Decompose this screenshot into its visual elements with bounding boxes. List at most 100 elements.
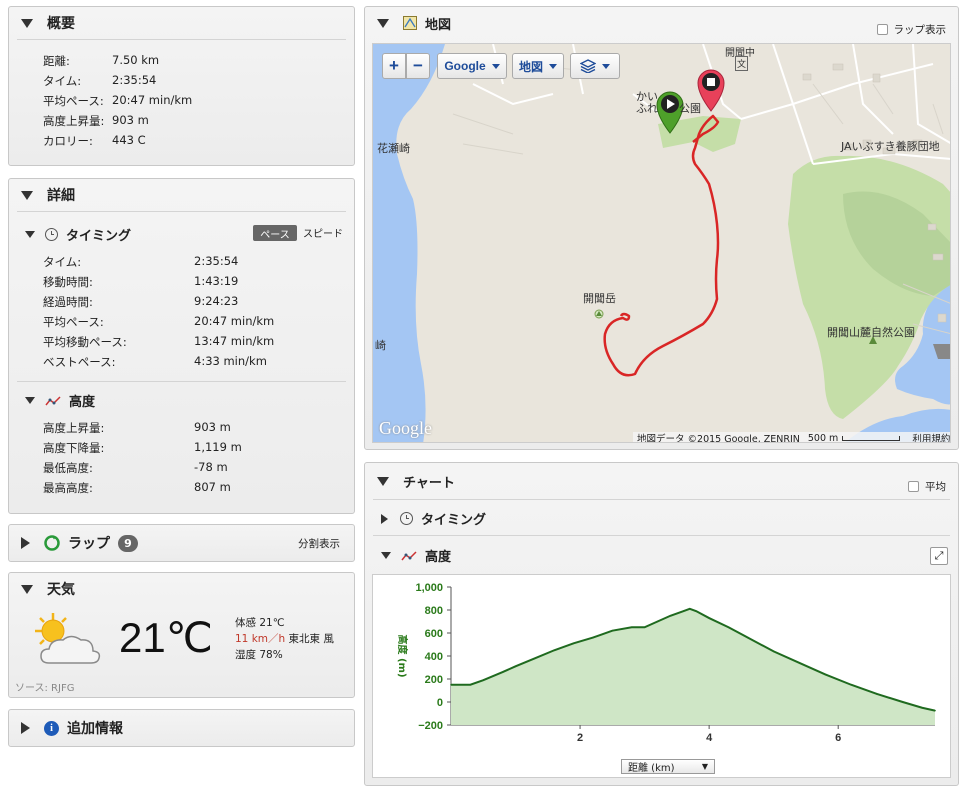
row-value: 903 m	[194, 420, 231, 434]
collapse-triangle-icon	[381, 552, 391, 559]
map-attribution: 地図データ ©2015 Google, ZENRIN 500 m 利用規約	[633, 431, 950, 443]
elevation-subheader[interactable]: 高度	[25, 391, 95, 410]
map-canvas[interactable]: 開聞岳 花瀬崎 JAいぶすき養豚団地 開聞山麓自然公園 開聞中 文 かい ふれ …	[372, 43, 951, 443]
summary-header[interactable]: 概要	[9, 7, 354, 39]
chart-box: 1,000 800 600 400 200 0 −200 2 4 6 高度 (m) 距離 (km) …	[372, 574, 951, 778]
zoom-in-button[interactable]: +	[382, 53, 406, 79]
row-label: タイム:	[43, 74, 82, 88]
row-value: 13:47 min/km	[194, 334, 275, 348]
y-tick-label: 200	[425, 674, 443, 686]
elevation-point	[727, 626, 730, 629]
row-value: 7.50 km	[112, 53, 160, 67]
chart-elevation-label: 高度	[425, 550, 452, 565]
row-label: 平均ペース:	[43, 94, 104, 108]
expand-chart-icon[interactable]: ⤢	[930, 547, 948, 565]
laps-count-badge: 9	[118, 534, 138, 552]
map-icon	[403, 16, 417, 30]
extra-info-header[interactable]: i 追加情報	[9, 710, 354, 746]
divider	[17, 39, 346, 40]
weather-source: ソース: RJFG	[15, 683, 75, 694]
divider	[17, 211, 346, 212]
lap-display-label: ラップ表示	[893, 24, 947, 36]
weather-title: 天気	[47, 582, 75, 598]
chevron-down-icon	[491, 63, 500, 69]
elevation-point	[482, 679, 485, 681]
row-label: タイム:	[43, 255, 82, 269]
info-icon: i	[44, 720, 59, 736]
label-kaimondake: 開聞岳	[583, 292, 616, 305]
split-view-link[interactable]: 分割表示	[298, 536, 340, 551]
row-value: 1,119 m	[194, 440, 242, 454]
row-label: 移動時間:	[43, 275, 93, 289]
lap-display-toggle[interactable]: ラップ表示	[876, 22, 947, 37]
elevation-point	[708, 617, 710, 619]
elevation-point	[688, 608, 691, 610]
chevron-down-icon: ▼	[701, 762, 708, 771]
label-ja: JAいぶすき養豚団地	[841, 140, 940, 153]
row-value: 9:24:23	[194, 294, 239, 308]
elevation-point	[469, 683, 472, 686]
provider-label: Google	[444, 59, 486, 73]
laps-panel[interactable]: ラップ 9 分割表示	[8, 524, 355, 562]
details-header[interactable]: 詳細	[9, 179, 354, 211]
feels-like-text: 体感 21℃	[235, 617, 285, 629]
label-hanase: 花瀬崎	[377, 142, 410, 155]
elevation-point	[876, 693, 878, 695]
x-axis-select[interactable]: 距離 (km) ▼	[621, 759, 715, 774]
row-value: 2:35:54	[112, 73, 157, 87]
temperature-value: 21℃	[119, 614, 213, 661]
zoom-out-button[interactable]: −	[406, 53, 430, 79]
average-label: 平均	[925, 481, 946, 493]
row-value: 807 m	[194, 480, 231, 494]
attribution-text: 地図データ ©2015 Google, ZENRIN	[637, 434, 800, 443]
row-label: 高度上昇量:	[43, 114, 105, 128]
extra-info-panel[interactable]: i 追加情報	[8, 709, 355, 747]
elevation-point	[611, 629, 614, 632]
elevation-point	[824, 673, 827, 676]
elevation-point	[656, 620, 659, 623]
humidity-text: 湿度 78%	[235, 649, 283, 661]
average-toggle[interactable]: 平均	[908, 479, 946, 494]
expand-triangle-icon	[381, 513, 388, 524]
clock-icon	[45, 228, 58, 241]
map-header[interactable]: 地図	[365, 7, 958, 39]
collapse-triangle-icon	[377, 476, 389, 486]
elevation-point	[798, 662, 801, 664]
chart-elevation-row[interactable]: 高度	[381, 546, 451, 565]
average-checkbox[interactable]	[908, 481, 919, 492]
elevation-point	[534, 657, 536, 660]
lap-display-checkbox[interactable]	[876, 24, 888, 35]
elevation-point	[643, 626, 646, 629]
scale-bar	[842, 435, 901, 441]
map-title: 地図	[425, 17, 452, 33]
chart-timing-row[interactable]: タイミング	[381, 509, 486, 528]
row-value: 20:47 min/km	[194, 314, 275, 328]
weather-header[interactable]: 天気	[9, 573, 354, 605]
x-axis-select-label: 距離 (km)	[628, 763, 675, 774]
pace-toggle-button[interactable]: ペース	[253, 225, 297, 241]
chart-header[interactable]: チャート	[365, 463, 958, 499]
summary-title: 概要	[47, 16, 75, 32]
elevation-point	[934, 709, 936, 712]
y-axis-label: 高度 (m)	[396, 634, 409, 677]
chart-panel: チャート 平均 タイミング 高度 ⤢ 1,000 800 600 400 200 0 −20…	[364, 462, 959, 786]
chevron-down-icon	[549, 63, 557, 69]
terms-link[interactable]: 利用規約	[912, 431, 950, 442]
provider-dropdown[interactable]: Google	[437, 53, 507, 79]
speed-toggle-button[interactable]: スピード	[303, 225, 343, 240]
wind-direction: 東北東 風	[288, 633, 334, 645]
map-panel: 地図 ラップ表示 開聞岳 花瀬崎 JAいぶすき養豚団地 開聞山麓自然公園 開聞中…	[364, 6, 959, 450]
elevation-chart-icon	[45, 395, 61, 405]
laps-title: ラップ	[68, 536, 110, 552]
row-value: 903 m	[112, 113, 149, 127]
row-value: 2:35:54	[194, 254, 239, 268]
elevation-point	[901, 701, 904, 703]
laps-icon	[44, 535, 60, 551]
timing-subheader[interactable]: タイミング	[25, 225, 131, 244]
extra-info-title: 追加情報	[67, 721, 123, 737]
elevation-point	[501, 671, 504, 673]
row-label: 経過時間:	[43, 295, 93, 309]
map-type-dropdown[interactable]: 地図	[512, 53, 564, 79]
x-tick-label: 6	[835, 732, 841, 744]
layers-dropdown[interactable]	[570, 53, 620, 79]
